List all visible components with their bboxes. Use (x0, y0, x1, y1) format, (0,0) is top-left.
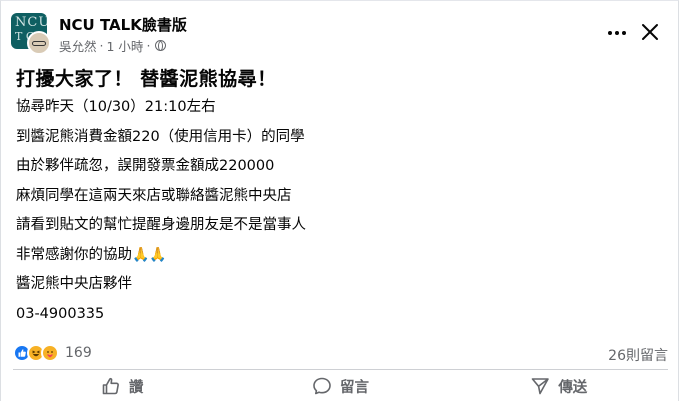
more-options-button[interactable] (603, 19, 631, 47)
post-actions: 讚 留言 傳送 (13, 371, 668, 401)
author-avatar[interactable] (27, 31, 51, 55)
reactions-summary[interactable]: 169 (13, 344, 92, 362)
post-line: 麻煩同學在這兩天來店或聯絡醬泥熊中央店 (16, 187, 292, 204)
post-line: 協尋昨天（10/30）21:10左右 (16, 99, 216, 115)
post-line: 到醬泥熊消費金額220（使用信用卡）的同學 (16, 128, 305, 145)
thumbs-up-icon (102, 377, 119, 395)
like-button[interactable]: 讚 (13, 371, 231, 401)
post-line: 請看到貼文的幫忙提醒身邊朋友是不是當事人 (16, 217, 306, 233)
post-meta: 吳允然 · 1 小時 · (59, 36, 167, 55)
post-time[interactable]: 1 小時 (107, 36, 144, 55)
post-title: 打擾大家了！ 替醬泥熊協尋！ (16, 68, 277, 90)
page-name[interactable]: NCU TALK臉書版 (59, 14, 187, 35)
post-stats: 169 26則留言 (13, 344, 668, 364)
comment-icon (313, 377, 331, 395)
close-icon (642, 24, 658, 40)
post-line-thanks: 非常感謝你的協助🙏🙏 (16, 245, 656, 275)
pray-icon: 🙏🙏 (132, 246, 167, 263)
send-label: 傳送 (558, 379, 588, 396)
meta-separator: · (99, 38, 104, 53)
author-name[interactable]: 吳允然 (59, 36, 97, 55)
post-line: 由於夥伴疏忽，誤開發票金額成220000 (16, 158, 275, 174)
meta-separator-2: · (146, 38, 151, 53)
divider (13, 369, 668, 370)
post-line: 03-4900335 (16, 305, 105, 322)
page-logo-text: NCU (15, 15, 47, 30)
post-body: 協尋昨天（10/30）21:10左右 到醬泥熊消費金額220（使用信用卡）的同學… (16, 97, 656, 333)
dot-icon (622, 31, 626, 35)
dot-icon (615, 31, 619, 35)
close-button[interactable] (637, 19, 663, 45)
reaction-count: 169 (65, 345, 92, 361)
globe-icon (155, 40, 167, 51)
post-header: NCU T C NCU TALK臉書版 吳允然 · 1 小時 · (11, 11, 670, 55)
post-line: 醬泥熊中央店夥伴 (16, 276, 132, 292)
care-icon (41, 344, 59, 362)
comment-label: 留言 (339, 379, 369, 396)
dot-icon (608, 31, 612, 35)
send-icon (532, 378, 550, 395)
glasses-icon (32, 41, 46, 46)
comment-button[interactable]: 留言 (231, 371, 449, 401)
post-card: NCU T C NCU TALK臉書版 吳允然 · 1 小時 · 打擾大家了！ … (0, 0, 679, 401)
thanks-text: 非常感謝你的協助 (16, 246, 132, 263)
like-label: 讚 (128, 379, 144, 396)
comment-count-link[interactable]: 26則留言 (608, 345, 668, 365)
send-button[interactable]: 傳送 (450, 371, 668, 401)
